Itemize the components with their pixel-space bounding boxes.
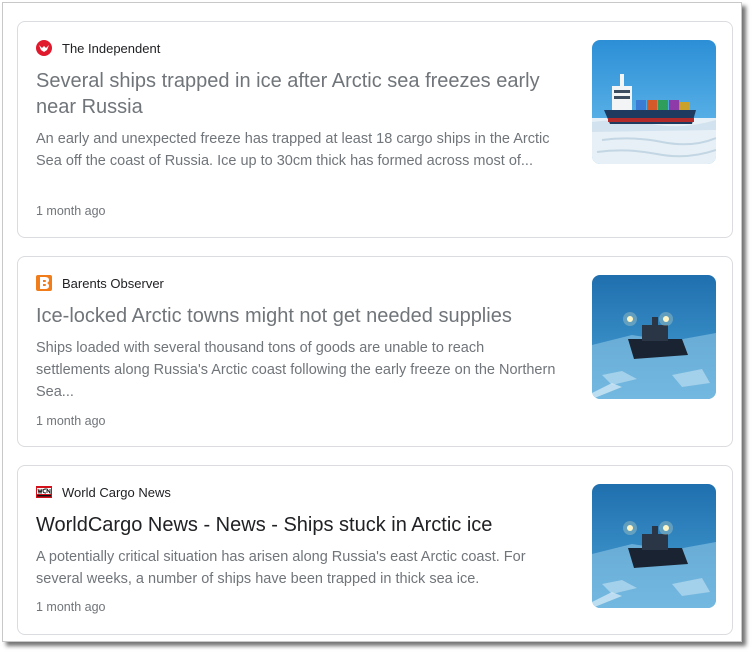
article-title-link[interactable]: Several ships trapped in ice after Arcti… — [36, 68, 566, 120]
article-title-link[interactable]: Ice-locked Arctic towns might not get ne… — [36, 303, 566, 329]
article-age: 1 month ago — [36, 414, 106, 428]
news-card[interactable]: Barents Observer Ice-locked Arctic towns… — [17, 256, 733, 447]
article-age: 1 month ago — [36, 204, 106, 218]
article-snippet: A potentially critical situation has ari… — [36, 549, 526, 587]
source-name: The Independent — [62, 40, 161, 56]
cargo-ship-in-ice-thumbnail[interactable] — [592, 40, 716, 164]
news-card[interactable]: The Independent Several ships trapped in… — [17, 21, 733, 238]
independent-eagle-logo-icon — [36, 40, 52, 56]
ship-in-arctic-ice-thumbnail[interactable] — [592, 484, 716, 608]
article-snippet: An early and unexpected freeze has trapp… — [36, 131, 550, 169]
source-name: World Cargo News — [62, 484, 171, 500]
news-source[interactable]: Barents Observer — [36, 274, 164, 292]
news-source[interactable]: The Independent — [36, 39, 160, 57]
article-age: 1 month ago — [36, 600, 106, 614]
article-snippet: Ships loaded with several thousand tons … — [36, 340, 556, 400]
world-cargo-news-logo-icon — [36, 484, 52, 500]
article-title-link[interactable]: WorldCargo News - News - Ships stuck in … — [36, 512, 566, 538]
news-card[interactable]: World Cargo News WorldCargo News - News … — [17, 465, 733, 635]
source-name: Barents Observer — [62, 275, 164, 291]
news-source[interactable]: World Cargo News — [36, 483, 171, 501]
ship-in-arctic-ice-thumbnail[interactable] — [592, 275, 716, 399]
news-results-panel: The Independent Several ships trapped in… — [2, 2, 742, 642]
barents-observer-logo-icon — [36, 275, 52, 291]
